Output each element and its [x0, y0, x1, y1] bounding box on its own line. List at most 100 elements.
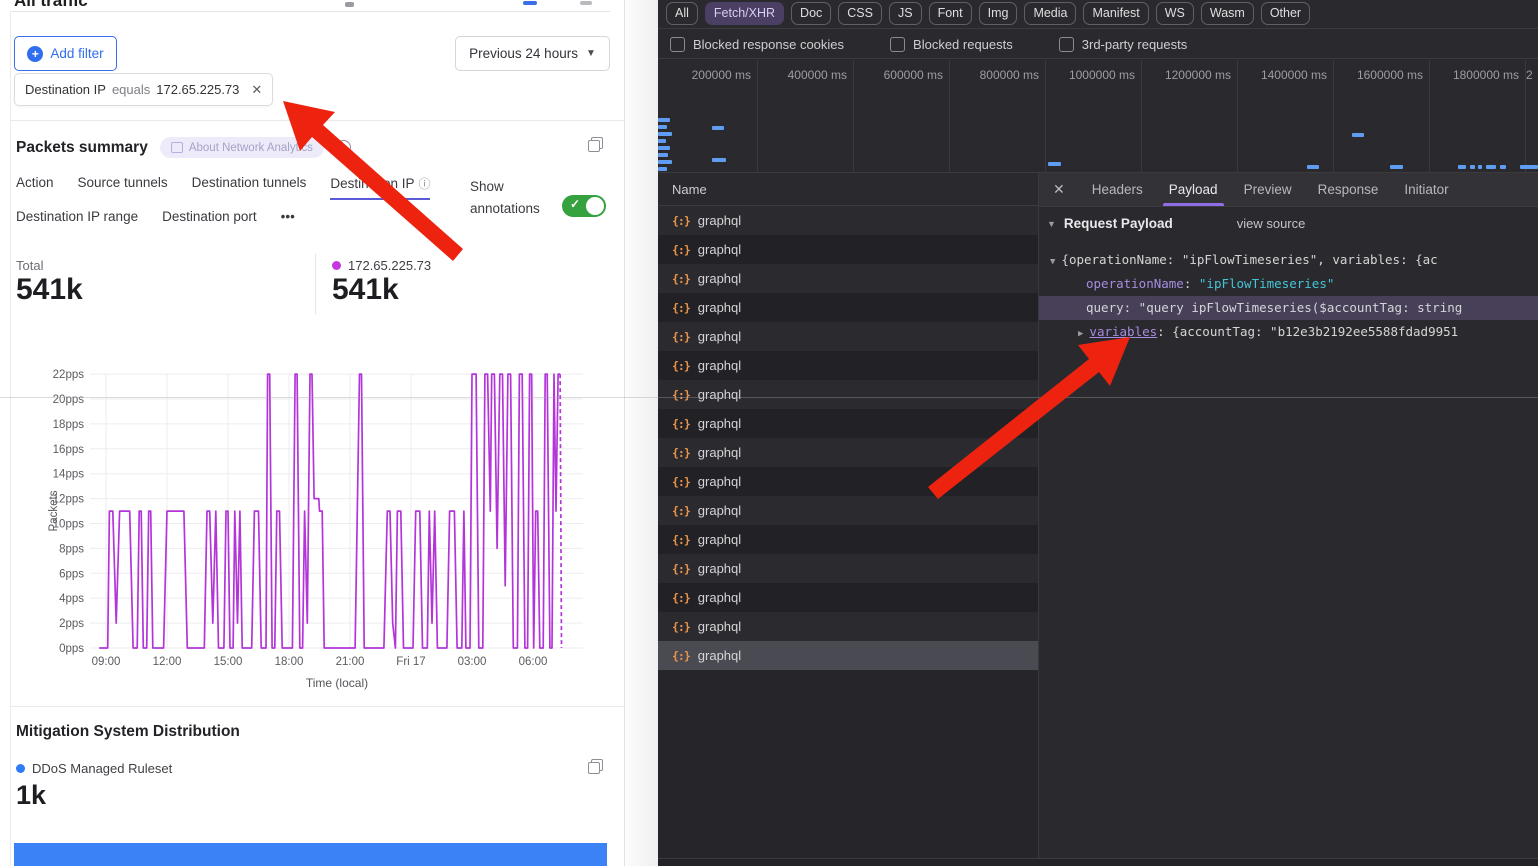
filter-pill-fetch-xhr[interactable]: Fetch/XHR — [705, 2, 784, 25]
json-icon: {:} — [672, 417, 690, 431]
mitigation-bar[interactable] — [14, 843, 607, 866]
add-filter-button[interactable]: + Add filter — [14, 36, 117, 71]
filter-pill-font[interactable]: Font — [929, 2, 972, 25]
request-row[interactable]: {:}graphql — [658, 525, 1038, 554]
request-row[interactable]: {:}graphql — [658, 264, 1038, 293]
timeline-request-bar — [658, 153, 668, 157]
capture-artifact-line — [0, 397, 1538, 398]
detail-tab-initiator[interactable]: Initiator — [1391, 174, 1461, 206]
toggle-knob — [586, 197, 604, 215]
request-row[interactable]: {:}graphql — [658, 438, 1038, 467]
tab--[interactable]: ••• — [281, 209, 295, 230]
request-name: graphql — [698, 300, 741, 315]
filter-pill-css[interactable]: CSS — [838, 2, 882, 25]
detail-tab-payload[interactable]: Payload — [1156, 174, 1231, 206]
stat-total-label: Total — [16, 258, 83, 273]
request-row[interactable]: {:}graphql — [658, 554, 1038, 583]
json-icon: {:} — [672, 388, 690, 402]
checkbox-blocked-response-cookies[interactable]: Blocked response cookies — [670, 37, 844, 52]
clock-icon — [336, 140, 351, 155]
tab-action[interactable]: Action — [16, 175, 54, 200]
stat-total-value: 541k — [16, 273, 83, 307]
close-icon[interactable]: ✕ — [1039, 181, 1079, 198]
json-icon: {:} — [672, 446, 690, 460]
filter-pill-all[interactable]: All — [666, 2, 698, 25]
expand-card-icon[interactable] — [588, 759, 603, 774]
payload-key: operationName — [1086, 276, 1184, 291]
request-row[interactable]: {:} graphql — [658, 612, 1038, 641]
request-name: graphql — [698, 561, 741, 576]
show-annotations-toggle[interactable]: ✓ — [562, 195, 606, 217]
cutoff-toolbar-icon — [345, 2, 354, 7]
payload-line[interactable]: query: "query ipFlowTimeseries($accountT… — [1039, 296, 1538, 320]
timeline-request-bar — [658, 167, 667, 171]
json-icon: {:} — [672, 243, 690, 257]
request-row[interactable]: {:}graphql — [658, 583, 1038, 612]
request-row-selected[interactable]: {:}graphql — [658, 641, 1038, 670]
request-row[interactable]: {:}graphql — [658, 293, 1038, 322]
payload-line[interactable]: ▼{operationName: "ipFlowTimeseries", var… — [1039, 248, 1538, 272]
request-payload-tree[interactable]: ▼{operationName: "ipFlowTimeseries", var… — [1039, 248, 1538, 548]
timeline-tick-label: 600000 ms — [857, 68, 943, 82]
filter-field: Destination IP — [25, 82, 106, 97]
cutoff-toolbar-icon — [580, 1, 592, 5]
request-row[interactable]: {:}graphql — [658, 467, 1038, 496]
checkbox-box[interactable] — [1059, 37, 1074, 52]
request-name: graphql — [698, 648, 741, 663]
remove-filter-icon[interactable]: ✕ — [251, 82, 262, 98]
filter-pill-ws[interactable]: WS — [1156, 2, 1194, 25]
request-row[interactable]: {:}graphql — [658, 206, 1038, 235]
request-row[interactable]: {:}graphql — [658, 496, 1038, 525]
mitigation-heading: Mitigation System Distribution — [16, 723, 240, 741]
filter-chip[interactable]: Destination IP equals 172.65.225.73 ✕ — [14, 73, 273, 106]
timeline-request-bar — [1478, 165, 1482, 169]
filter-pill-doc[interactable]: Doc — [791, 2, 831, 25]
time-range-dropdown[interactable]: Previous 24 hours ▼ — [455, 36, 610, 71]
request-detail-tabbar: ✕ HeadersPayloadPreviewResponseInitiator — [1039, 173, 1538, 207]
json-icon: {:} — [672, 620, 690, 634]
info-icon[interactable]: ⓘ — [418, 177, 430, 191]
checkbox-box[interactable] — [670, 37, 685, 52]
checkbox-blocked-requests[interactable]: Blocked requests — [890, 37, 1013, 52]
filter-pill-wasm[interactable]: Wasm — [1201, 2, 1254, 25]
request-row[interactable]: {:}graphql — [658, 380, 1038, 409]
json-icon: {:} — [672, 475, 690, 489]
request-payload-section-header[interactable]: ▼ Request Payload view source — [1047, 216, 1305, 231]
filter-pill-js[interactable]: JS — [889, 2, 922, 25]
packets-timeseries-chart[interactable]: 09:0012:0015:0018:0021:00Fri 1703:0006:0… — [0, 338, 625, 698]
detail-tab-preview[interactable]: Preview — [1231, 174, 1305, 206]
triangle-down-icon[interactable]: ▼ — [1050, 257, 1055, 267]
filter-pill-media[interactable]: Media — [1024, 2, 1076, 25]
payload-line[interactable]: ▶variables: {accountTag: "b12e3b2192ee55… — [1039, 320, 1538, 344]
tab-destination-ip-range[interactable]: Destination IP range — [16, 209, 138, 230]
json-icon: {:} — [672, 591, 690, 605]
request-name: graphql — [698, 619, 741, 634]
detail-tab-headers[interactable]: Headers — [1079, 174, 1156, 206]
payload-line[interactable]: operationName: "ipFlowTimeseries" — [1039, 272, 1538, 296]
view-source-link[interactable]: view source — [1237, 216, 1306, 231]
tab-source-tunnels[interactable]: Source tunnels — [78, 175, 168, 200]
about-network-analytics-badge[interactable]: About Network Analytics — [160, 137, 324, 158]
request-row[interactable]: {:}graphql — [658, 409, 1038, 438]
tab-destination-ip[interactable]: Destination IPⓘ — [330, 175, 430, 200]
request-row[interactable]: {:}graphql — [658, 322, 1038, 351]
tab-destination-tunnels[interactable]: Destination tunnels — [192, 175, 307, 200]
svg-text:09:00: 09:00 — [92, 656, 121, 668]
checkbox-3rd-party-requests[interactable]: 3rd-party requests — [1059, 37, 1188, 52]
filter-pill-manifest[interactable]: Manifest — [1083, 2, 1148, 25]
filter-pill-other[interactable]: Other — [1261, 2, 1310, 25]
svg-text:6pps: 6pps — [59, 568, 84, 580]
packets-summary-heading: Packets summary — [16, 139, 148, 157]
triangle-right-icon[interactable]: ▶ — [1078, 329, 1083, 339]
network-overview-timeline[interactable]: 200000 ms400000 ms600000 ms800000 ms1000… — [658, 60, 1538, 172]
name-column-header[interactable]: Name — [658, 173, 1038, 206]
timeline-request-bar — [1048, 162, 1061, 166]
filter-pill-img[interactable]: Img — [979, 2, 1018, 25]
checkbox-box[interactable] — [890, 37, 905, 52]
expand-card-icon[interactable] — [588, 137, 603, 152]
request-row[interactable]: {:}graphql — [658, 235, 1038, 264]
tab-destination-port[interactable]: Destination port — [162, 209, 257, 230]
detail-tab-response[interactable]: Response — [1305, 174, 1392, 206]
svg-text:4pps: 4pps — [59, 593, 84, 605]
request-row[interactable]: {:}graphql — [658, 351, 1038, 380]
